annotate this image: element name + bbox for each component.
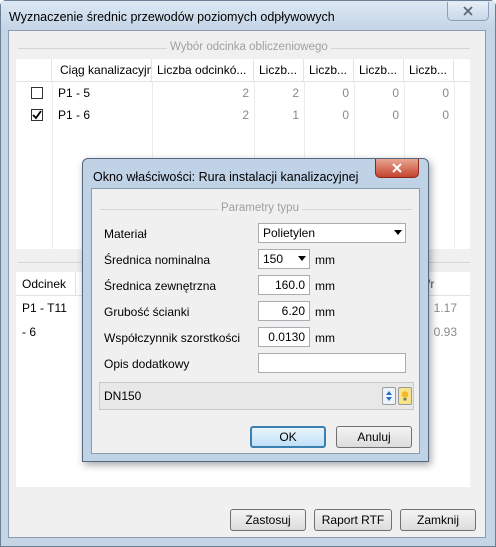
row-checkbox-checked[interactable] bbox=[31, 109, 43, 121]
lightbulb-icon bbox=[401, 391, 409, 401]
material-value: Polietylen bbox=[263, 226, 316, 240]
hint-button[interactable] bbox=[398, 387, 412, 405]
main-close-button[interactable] bbox=[447, 2, 489, 21]
row-value: 2 bbox=[242, 108, 249, 122]
row-value: 0 bbox=[392, 108, 399, 122]
column-header[interactable]: Ciąg kanalizacyjny bbox=[52, 59, 152, 82]
chevron-down-icon bbox=[394, 230, 402, 235]
dialog-title: Okno właściwości: Rura instalacji kanali… bbox=[93, 170, 359, 184]
sort-button[interactable] bbox=[382, 387, 396, 405]
close-icon bbox=[463, 6, 473, 16]
column-header[interactable]: Odcinek bbox=[16, 272, 76, 296]
group-label-segment: Wybór odcinka obliczeniowego bbox=[167, 41, 331, 53]
cancel-button[interactable]: Anuluj bbox=[336, 426, 412, 448]
nominal-diameter-select[interactable]: 150 bbox=[258, 249, 310, 269]
column-header[interactable]: Liczba odcinkó... bbox=[152, 59, 254, 82]
apply-button[interactable]: Zastosuj bbox=[230, 509, 306, 531]
row-value: 0 bbox=[442, 108, 449, 122]
unit-label: mm bbox=[315, 253, 335, 267]
chevron-down-icon bbox=[298, 256, 306, 261]
ok-button[interactable]: OK bbox=[250, 426, 326, 448]
column-header[interactable]: Liczb... bbox=[404, 59, 454, 82]
row-value: 2 bbox=[292, 86, 299, 100]
main-window-title: Wyznaczenie średnic przewodów poziomych … bbox=[9, 10, 335, 24]
unit-label: mm bbox=[315, 331, 335, 345]
row-value: 0 bbox=[392, 86, 399, 100]
nominal-diameter-value: 150 bbox=[263, 252, 284, 266]
unit-label: mm bbox=[315, 305, 335, 319]
properties-dialog: Okno właściwości: Rura instalacji kanali… bbox=[82, 158, 429, 462]
roughness-field[interactable]: 0.0130 bbox=[258, 327, 310, 347]
row-value: 2 bbox=[242, 86, 249, 100]
nominal-diameter-label: Średnica nominalna bbox=[104, 253, 211, 267]
main-titlebar[interactable]: Wyznaczenie średnic przewodów poziomych … bbox=[1, 1, 495, 31]
sort-arrows-icon bbox=[386, 391, 392, 401]
row-value: 0 bbox=[342, 108, 349, 122]
wall-thickness-label: Grubość ścianki bbox=[104, 305, 190, 319]
dialog-close-button[interactable] bbox=[375, 159, 419, 178]
description-label: Opis dodatkowy bbox=[104, 357, 190, 371]
dialog-client-area: Parametry typu Materiał Polietylen Średn… bbox=[91, 188, 420, 454]
material-label: Materiał bbox=[104, 227, 147, 241]
grid-header-check bbox=[16, 59, 52, 82]
column-header[interactable]: Liczb... bbox=[354, 59, 404, 82]
row-value: 0 bbox=[342, 86, 349, 100]
table-row[interactable]: P1 - 6 2 1 0 0 0 bbox=[16, 104, 470, 126]
description-field[interactable] bbox=[258, 353, 406, 373]
column-header[interactable]: Liczb... bbox=[304, 59, 354, 82]
checkmark-icon bbox=[32, 110, 42, 120]
table-row[interactable]: P1 - 5 2 2 0 0 0 bbox=[16, 82, 470, 104]
close-button[interactable]: Zamknij bbox=[400, 509, 476, 531]
row-checkbox[interactable] bbox=[31, 87, 43, 99]
type-info-text: DN150 bbox=[104, 389, 142, 403]
row-value: 0 bbox=[442, 86, 449, 100]
column-header[interactable]: /r bbox=[422, 272, 470, 296]
group-label-type-params: Parametry typu bbox=[218, 202, 302, 214]
unit-label: mm bbox=[315, 279, 335, 293]
outer-diameter-label: Średnica zewnętrzna bbox=[104, 279, 217, 293]
row-name: P1 - 6 bbox=[58, 108, 91, 122]
outer-diameter-field[interactable]: 160.0 bbox=[258, 275, 310, 295]
type-info-box: DN150 bbox=[99, 382, 414, 410]
report-rtf-button[interactable]: Raport RTF bbox=[314, 509, 392, 531]
roughness-label: Współczynnik szorstkości bbox=[104, 331, 241, 345]
segment-grid-header: Ciąg kanalizacyjny Liczba odcinkó... Lic… bbox=[16, 59, 470, 82]
material-select[interactable]: Polietylen bbox=[258, 223, 406, 243]
close-icon bbox=[392, 163, 402, 173]
row-value: 1 bbox=[292, 108, 299, 122]
column-header[interactable]: Liczb... bbox=[254, 59, 304, 82]
row-name: P1 - 5 bbox=[58, 86, 91, 100]
wall-thickness-field[interactable]: 6.20 bbox=[258, 301, 310, 321]
